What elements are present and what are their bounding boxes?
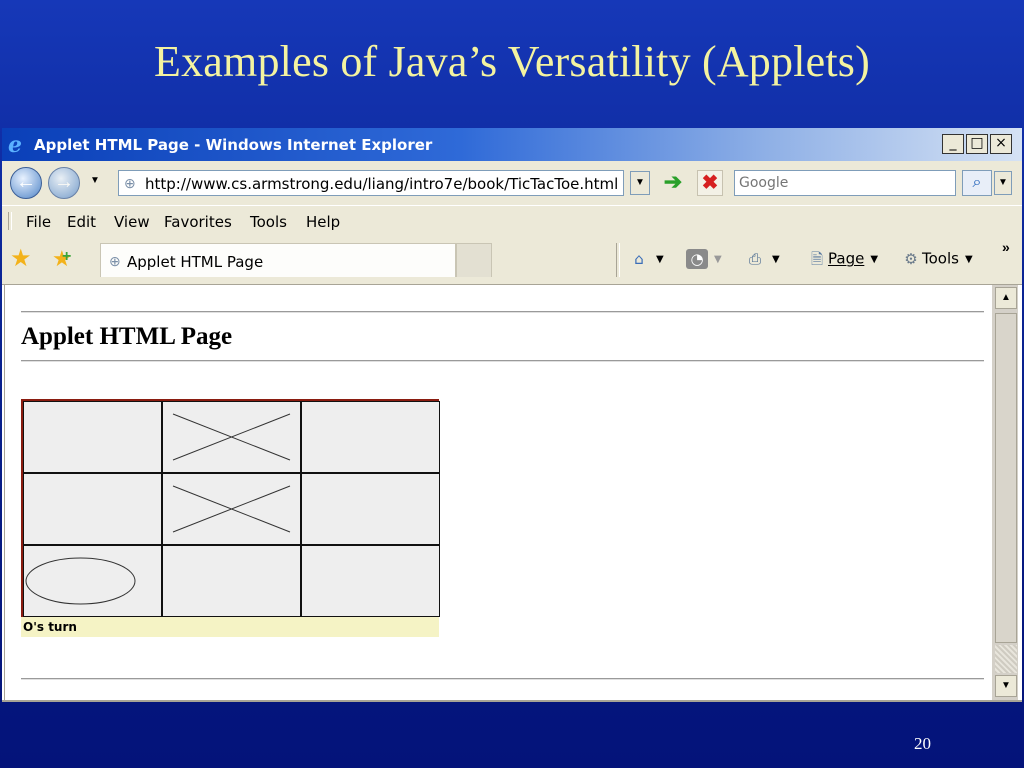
menu-bar: File Edit View Favorites Tools Help [2, 205, 1022, 235]
home-icon: ⌂ [634, 250, 644, 268]
page-heading: Applet HTML Page [21, 323, 233, 350]
tools-menu-label: Tools [922, 249, 959, 268]
address-toolbar: ← → ▼ ⊕ http://www.cs.armstrong.edu/lian… [2, 161, 1022, 205]
slide-number: 20 [914, 734, 931, 753]
command-bar-separator [616, 243, 620, 277]
horizontal-rule-bottom [21, 678, 984, 680]
board-cell[interactable] [23, 473, 162, 545]
search-options-button[interactable]: ▼ [994, 171, 1012, 195]
board-cell[interactable] [23, 401, 162, 473]
back-button[interactable]: ← [10, 167, 42, 199]
toolbar-overflow-chevron-icon[interactable]: » [1002, 239, 1010, 255]
forward-arrow-icon: → [54, 171, 74, 193]
tab-label: Applet HTML Page [127, 253, 264, 271]
board-cell[interactable] [301, 473, 440, 545]
search-button[interactable]: ⌕ [962, 170, 992, 196]
new-tab-button[interactable] [456, 243, 492, 277]
chevron-down-icon: ▼ [656, 253, 664, 265]
search-icon: ⌕ [972, 174, 982, 191]
chevron-down-icon: ▼ [635, 177, 645, 188]
page-menu-button[interactable]: 🗎 Page ▼ [806, 249, 878, 269]
address-field[interactable]: ⊕ http://www.cs.armstrong.edu/liang/intr… [118, 170, 624, 196]
horizontal-rule-top [21, 311, 984, 313]
chevron-down-icon: ▼ [772, 253, 780, 265]
scroll-down-button[interactable]: ▼ [995, 675, 1017, 697]
tab-globe-icon: ⊕ [109, 253, 121, 269]
url-text: http://www.cs.armstrong.edu/liang/intro7… [145, 175, 619, 193]
tab-applet-html-page[interactable]: ⊕ Applet HTML Page [100, 243, 456, 277]
menu-view[interactable]: View [114, 213, 150, 231]
board-cell[interactable] [162, 545, 301, 617]
chevron-down-icon: ▼ [714, 253, 722, 265]
board-cell[interactable] [301, 545, 440, 617]
arrow-up-icon: ▲ [1001, 292, 1011, 303]
gear-icon: ⚙ [904, 250, 918, 268]
chevron-down-icon: ▼ [964, 253, 973, 265]
board-cell[interactable] [301, 401, 440, 473]
printer-icon: ⎙ [748, 250, 761, 268]
go-button[interactable]: ➔ [660, 170, 686, 196]
stop-x-icon: ✖ [701, 172, 719, 194]
go-arrow-icon: ➔ [663, 169, 683, 194]
board-cell[interactable] [162, 401, 301, 473]
feeds-button[interactable]: ◔ ▼ [686, 249, 722, 269]
board-cell[interactable] [162, 473, 301, 545]
favorites-center-star-icon[interactable]: ★ [10, 246, 32, 272]
x-mark [172, 413, 291, 461]
menu-favorites[interactable]: Favorites [164, 213, 232, 231]
tools-menu-button[interactable]: ⚙ Tools ▼ [900, 249, 973, 269]
home-button[interactable]: ⌂ ▼ [628, 249, 664, 269]
page-globe-icon: ⊕ [124, 175, 136, 191]
menu-edit[interactable]: Edit [67, 213, 96, 231]
print-button[interactable]: ⎙ ▼ [744, 249, 780, 269]
page-menu-label: Page [828, 249, 865, 268]
maximize-button[interactable]: □ [966, 134, 988, 154]
recent-pages-dropdown-icon[interactable]: ▼ [90, 175, 100, 186]
o-mark [25, 557, 136, 605]
rss-feed-icon: ◔ [686, 249, 708, 269]
close-button[interactable]: × [990, 134, 1012, 154]
favorites-tab-bar: ★ ★ + ⊕ Applet HTML Page ⌂ ▼ ◔ ▼ ⎙ ▼ 🗎 Page ▼ … [2, 235, 1022, 285]
x-mark [172, 485, 291, 533]
forward-button[interactable]: → [48, 167, 80, 199]
window-title: Applet HTML Page - Windows Internet Expl… [34, 136, 433, 154]
menu-tools[interactable]: Tools [250, 213, 287, 231]
scroll-up-button[interactable]: ▲ [995, 287, 1017, 309]
tictactoe-board [21, 399, 440, 617]
stop-button[interactable]: ✖ [697, 170, 723, 196]
back-arrow-icon: ← [16, 171, 36, 193]
board-cell[interactable] [23, 545, 162, 617]
scrollbar-track[interactable] [995, 645, 1017, 673]
menu-file[interactable]: File [26, 213, 51, 231]
chevron-down-icon: ▼ [998, 177, 1008, 188]
search-input[interactable] [739, 172, 951, 194]
scrollbar-thumb[interactable] [995, 313, 1017, 643]
tictactoe-applet: O's turn [21, 399, 440, 637]
browser-window: e Applet HTML Page - Windows Internet Ex… [2, 128, 1022, 702]
search-box[interactable] [734, 170, 956, 196]
vertical-scrollbar[interactable]: ▲ ▼ [992, 285, 1018, 700]
page-content: Applet HTML Page O's turn [4, 285, 990, 700]
chevron-down-icon: ▼ [870, 253, 879, 265]
toolbar-grip[interactable] [8, 212, 12, 230]
minimize-button[interactable]: _ [942, 134, 964, 154]
address-dropdown-button[interactable]: ▼ [630, 171, 650, 195]
add-to-favorites-icon[interactable]: ★ + [52, 246, 72, 272]
turn-status: O's turn [23, 620, 77, 634]
menu-help[interactable]: Help [306, 213, 340, 231]
horizontal-rule-heading [21, 360, 984, 362]
slide-title: Examples of Java’s Versatility (Applets) [154, 37, 870, 86]
page-icon: 🗎 [810, 250, 824, 268]
window-bottom-border [2, 700, 1022, 702]
internet-explorer-icon: e [8, 132, 22, 158]
arrow-down-icon: ▼ [1001, 680, 1011, 691]
title-bar[interactable]: e Applet HTML Page - Windows Internet Ex… [2, 128, 1022, 161]
